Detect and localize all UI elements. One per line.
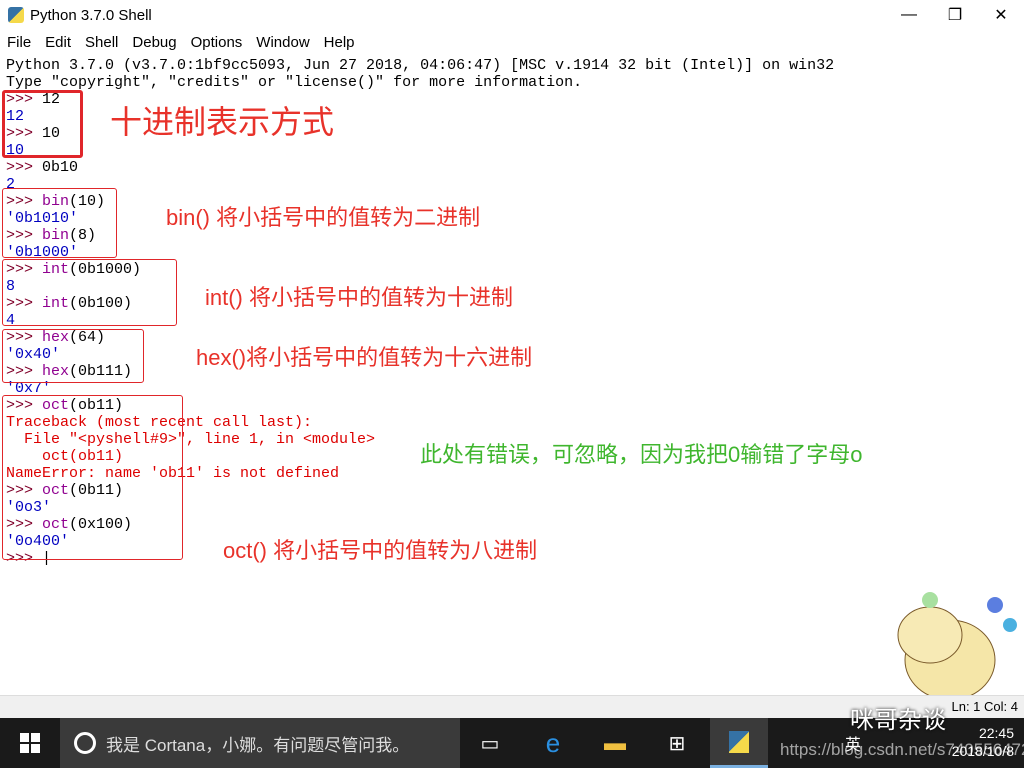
- python-idle-taskbar-icon[interactable]: [710, 718, 768, 768]
- shell-line: >>> 0b10: [6, 159, 834, 176]
- wechat-watermark: 咪哥杂谈: [850, 707, 946, 734]
- window-title: Python 3.7.0 Shell: [30, 6, 152, 24]
- search-placeholder: 我是 Cortana，小娜。有问题尽管问我。: [106, 735, 410, 755]
- mascot-sticker: [897, 592, 1017, 700]
- close-button[interactable]: ✕: [978, 0, 1024, 30]
- menu-file[interactable]: File: [0, 34, 38, 51]
- shell-line: Python 3.7.0 (v3.7.0:1bf9cc5093, Jun 27 …: [6, 57, 834, 74]
- python-icon: [8, 7, 24, 23]
- cortana-search[interactable]: 我是 Cortana，小娜。有问题尽管问我。: [60, 718, 460, 768]
- cortana-icon: [74, 732, 96, 754]
- minimize-button[interactable]: —: [886, 0, 932, 30]
- title-bar: Python 3.7.0 Shell — ❐ ✕: [0, 0, 1024, 30]
- annotation-hex: hex()将小括号中的值转为十六进制: [196, 345, 533, 370]
- shell-text: Type "copyright", "credits" or "license(…: [6, 74, 583, 91]
- annotation-box-decimal: [2, 90, 83, 158]
- annotation-decimal: 十进制表示方式: [110, 104, 335, 140]
- shell-line: 10: [6, 142, 834, 159]
- annotation-int: int() 将小括号中的值转为十进制: [205, 285, 514, 310]
- menu-debug[interactable]: Debug: [125, 34, 183, 51]
- shell-text: Python 3.7.0 (v3.7.0:1bf9cc5093, Jun 27 …: [6, 57, 835, 74]
- watermark-url: https://blog.csdn.net/s740556472: [780, 740, 1024, 759]
- shell-prompt: >>>: [6, 159, 43, 176]
- windows-start-icon[interactable]: [0, 718, 60, 768]
- menu-edit[interactable]: Edit: [38, 34, 78, 51]
- menu-shell[interactable]: Shell: [78, 34, 125, 51]
- menu-bar: File Edit Shell Debug Options Window Hel…: [0, 30, 1024, 54]
- shell-line: 2: [6, 176, 834, 193]
- annotation-bin: bin() 将小括号中的值转为二进制: [166, 205, 481, 230]
- edge-icon[interactable]: e: [530, 718, 576, 768]
- file-explorer-icon[interactable]: ▬: [592, 718, 638, 768]
- annotation-box-oct: [2, 395, 183, 560]
- annotation-error: 此处有错误，可忽略，因为我把0输错了字母o: [420, 442, 863, 467]
- task-view-icon[interactable]: ▭: [468, 718, 512, 768]
- shell-line: Type "copyright", "credits" or "license(…: [6, 74, 834, 91]
- annotation-box-hex: [2, 329, 144, 383]
- maximize-button[interactable]: ❐: [932, 0, 978, 30]
- menu-window[interactable]: Window: [249, 34, 316, 51]
- annotation-oct: oct() 将小括号中的值转为八进制: [223, 538, 538, 563]
- annotation-box-int: [2, 259, 177, 326]
- menu-options[interactable]: Options: [184, 34, 250, 51]
- store-icon[interactable]: ⊞: [654, 718, 700, 768]
- menu-help[interactable]: Help: [317, 34, 362, 51]
- cursor-position: Ln: 1 Col: 4: [951, 699, 1019, 714]
- annotation-box-bin: [2, 188, 117, 258]
- shell-text: 0b10: [42, 159, 79, 176]
